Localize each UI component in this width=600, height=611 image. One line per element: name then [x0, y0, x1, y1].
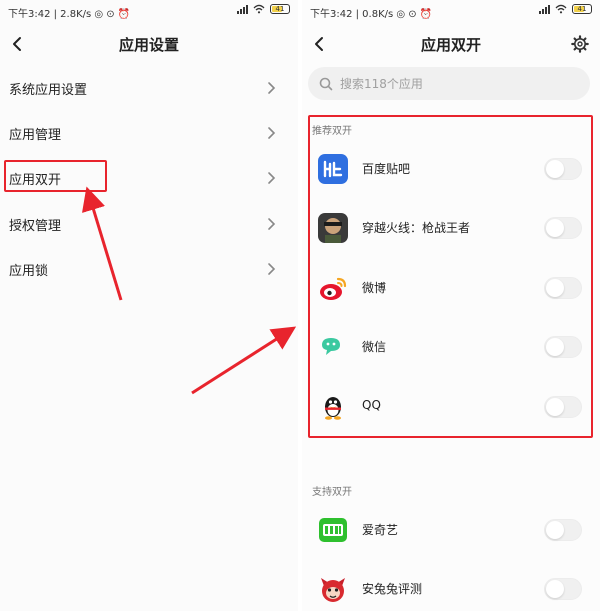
menu-item-label: 应用锁: [9, 264, 49, 279]
chevron-right-icon: [268, 172, 276, 184]
menu-item-system-app-settings[interactable]: 系统应用设置: [0, 68, 298, 108]
nav-bar: 应用双开: [302, 28, 600, 60]
menu-item-label: 系统应用设置: [9, 83, 88, 98]
status-bar: 下午3:42 | 0.8K/s ◎ ⊙ ⏰ 41: [302, 0, 600, 22]
app-settings-screen: 下午3:42 | 2.8K/s ◎ ⊙ ⏰ 41 应用设置 系统应用设置 应用管…: [0, 0, 298, 611]
search-input[interactable]: [340, 67, 580, 100]
menu-item-label: 授权管理: [9, 219, 62, 234]
dual-app-toggle[interactable]: [544, 578, 582, 600]
status-bar: 下午3:42 | 2.8K/s ◎ ⊙ ⏰ 41: [0, 0, 298, 22]
toggle-knob: [546, 580, 564, 598]
status-icons: 41: [539, 4, 592, 14]
status-text: 下午3:42 | 0.8K/s ◎ ⊙ ⏰: [310, 9, 433, 20]
chevron-right-icon: [268, 82, 276, 94]
chevron-right-icon: [268, 218, 276, 230]
chevron-right-icon: [268, 263, 276, 275]
signal-icon: [539, 4, 550, 14]
dual-app-toggle[interactable]: [544, 519, 582, 541]
status-text: 下午3:42 | 2.8K/s ◎ ⊙ ⏰: [8, 9, 131, 20]
search-icon: [319, 77, 333, 91]
chevron-right-icon: [268, 127, 276, 139]
app-row-antutu: 安兔兔评测: [302, 561, 600, 611]
nav-bar: 应用设置: [0, 28, 298, 60]
toggle-knob: [546, 521, 564, 539]
menu-item-permissions[interactable]: 授权管理: [0, 204, 298, 244]
battery-icon: 41: [270, 4, 290, 14]
page-title: 应用双开: [420, 36, 481, 54]
iqiyi-icon: [319, 518, 347, 542]
search-box[interactable]: [308, 67, 590, 100]
app-label: 爱奇艺: [362, 523, 399, 537]
gear-icon[interactable]: [568, 32, 592, 56]
battery-icon: 41: [572, 4, 592, 14]
wifi-icon: [555, 4, 567, 14]
wifi-icon: [253, 4, 265, 14]
page-title: 应用设置: [118, 36, 179, 54]
signal-icon: [237, 4, 248, 14]
menu-item-app-management[interactable]: 应用管理: [0, 113, 298, 153]
antutu-icon: [321, 578, 345, 602]
section-header-supported: 支持双开: [312, 487, 352, 498]
highlight-box-dual-apps: [4, 160, 107, 192]
menu-item-label: 应用管理: [9, 128, 62, 143]
menu-item-app-lock[interactable]: 应用锁: [0, 249, 298, 289]
status-icons: 41: [237, 4, 290, 14]
app-label: 安兔兔评测: [362, 582, 423, 596]
highlight-box-recommended: [308, 115, 593, 438]
app-row-iqiyi: 爱奇艺: [302, 502, 600, 558]
dual-apps-screen: 下午3:42 | 0.8K/s ◎ ⊙ ⏰ 41 应用双开 搜索118个应用 推…: [302, 0, 600, 611]
